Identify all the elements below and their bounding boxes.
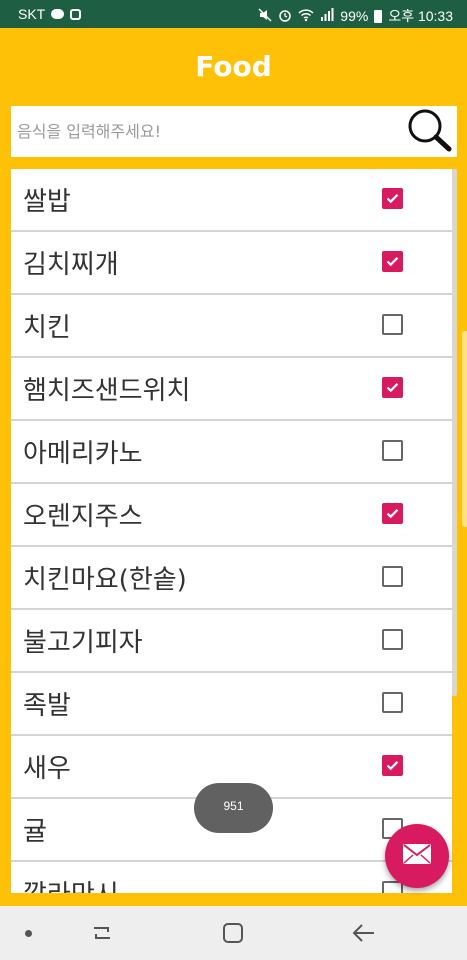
search-input[interactable]	[11, 106, 401, 157]
alarm-icon	[278, 8, 292, 25]
edge-panel-handle[interactable]	[462, 331, 467, 527]
search-icon	[405, 107, 453, 157]
list-scrollbar[interactable]	[452, 169, 457, 696]
status-bar: SKT 99% 오후 10:33	[0, 0, 467, 28]
checkbox-unchecked[interactable]	[382, 314, 403, 335]
food-name: 깔라만시	[23, 874, 119, 893]
food-name: 치킨마요(한솥)	[23, 565, 187, 595]
nav-dot-icon[interactable]	[25, 930, 32, 937]
carrier-label: SKT	[18, 6, 46, 22]
talk-icon	[51, 9, 65, 19]
food-row[interactable]: 치킨마요(한솥)	[11, 547, 452, 610]
food-row[interactable]: 햄치즈샌드위치	[11, 358, 452, 421]
checkbox-unchecked[interactable]	[382, 566, 403, 587]
checkbox-unchecked[interactable]	[382, 629, 403, 650]
app-bar: Food	[0, 28, 467, 106]
mail-fab-button[interactable]	[385, 824, 449, 888]
food-row[interactable]: 김치찌개	[11, 232, 452, 295]
mail-icon	[403, 844, 431, 868]
back-arrow-icon	[352, 924, 376, 948]
recent-apps-button[interactable]	[90, 922, 114, 948]
food-name: 쌀밥	[23, 187, 71, 217]
food-name: 햄치즈샌드위치	[23, 376, 191, 406]
clock: 오후 10:33	[388, 8, 453, 24]
food-name: 아메리카노	[23, 439, 143, 469]
mute-icon	[258, 7, 272, 25]
checkbox-unchecked[interactable]	[382, 440, 403, 461]
checkbox-checked[interactable]	[382, 188, 403, 209]
search-button[interactable]	[401, 106, 457, 157]
check-icon	[386, 194, 399, 204]
page-title: Food	[195, 50, 272, 83]
recent-apps-icon	[90, 927, 114, 948]
toast-message: 951	[194, 783, 273, 833]
food-row[interactable]: 아메리카노	[11, 421, 452, 484]
battery-icon	[374, 9, 383, 23]
check-icon	[386, 761, 399, 771]
checkbox-checked[interactable]	[382, 251, 403, 272]
food-name: 불고기피자	[23, 628, 143, 658]
food-name: 치킨	[23, 313, 71, 343]
check-icon	[386, 257, 399, 267]
status-bar-left: SKT	[18, 6, 82, 22]
food-row[interactable]: 족발	[11, 673, 452, 736]
checkbox-checked[interactable]	[382, 755, 403, 776]
food-name: 귤	[23, 817, 47, 847]
home-icon	[222, 923, 244, 948]
signal-icon	[320, 7, 334, 25]
food-name: 족발	[23, 691, 71, 721]
check-icon	[386, 383, 399, 393]
back-button[interactable]	[352, 922, 376, 948]
checkbox-unchecked[interactable]	[382, 692, 403, 713]
home-button[interactable]	[222, 922, 244, 948]
system-nav-bar	[0, 906, 467, 960]
food-row[interactable]: 오렌지주스	[11, 484, 452, 547]
check-icon	[386, 509, 399, 519]
food-name: 오렌지주스	[23, 502, 143, 532]
food-row[interactable]: 쌀밥	[11, 169, 452, 232]
food-row[interactable]: 불고기피자	[11, 610, 452, 673]
search-bar	[11, 106, 457, 157]
food-name: 새우	[23, 754, 71, 784]
instagram-icon	[70, 8, 82, 20]
checkbox-checked[interactable]	[382, 377, 403, 398]
battery-percent: 99%	[340, 8, 369, 24]
checkbox-checked[interactable]	[382, 503, 403, 524]
food-row[interactable]: 치킨	[11, 295, 452, 358]
food-name: 김치찌개	[23, 250, 119, 280]
status-bar-right: 99% 오후 10:33	[258, 6, 453, 26]
wifi-icon	[298, 8, 314, 25]
